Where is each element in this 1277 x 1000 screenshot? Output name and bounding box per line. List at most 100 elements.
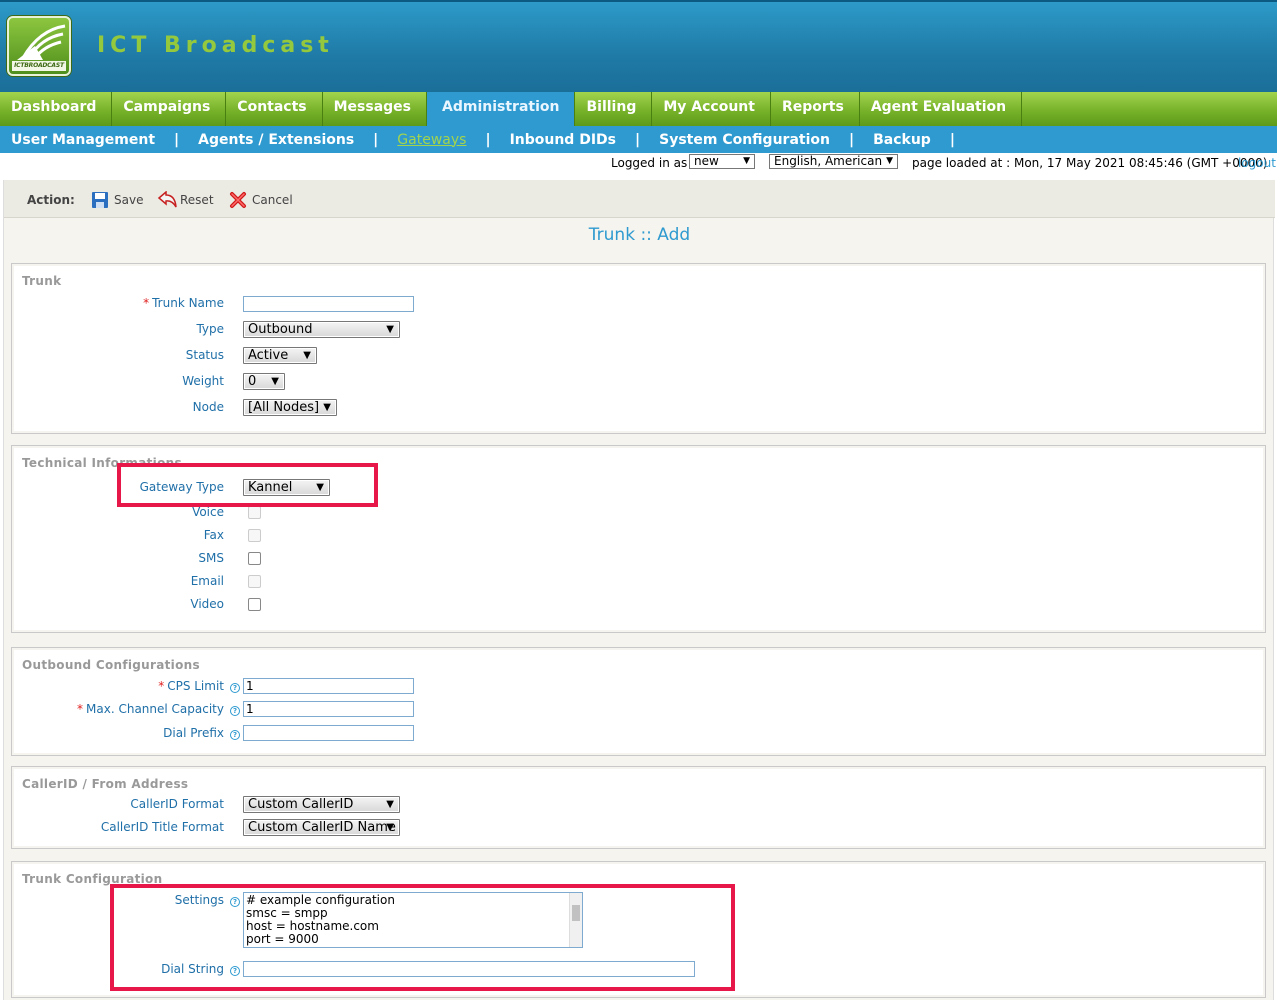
callerid-format-select[interactable]: Custom CallerID ▼: [243, 796, 400, 813]
voice-checkbox[interactable]: [248, 506, 261, 519]
subnav-backup[interactable]: Backup: [873, 132, 931, 148]
dial-prefix-row: Dial Prefix: [12, 724, 224, 744]
help-icon[interactable]: ?: [230, 966, 240, 976]
language-select[interactable]: English, American ▼: [769, 154, 898, 169]
subnav-gateways[interactable]: Gateways: [397, 132, 466, 148]
weight-row: Weight: [12, 372, 224, 392]
subnav-user-management[interactable]: User Management: [11, 132, 155, 148]
fax-label: Fax: [203, 528, 224, 542]
video-checkbox[interactable]: [248, 598, 261, 611]
outbound-section: Outbound Configurations * CPS Limit ? 1 *…: [11, 647, 1266, 756]
callerid-title-label: CallerID Title Format: [100, 820, 224, 834]
sms-label: SMS: [198, 551, 224, 565]
technical-legend: Technical Informations: [22, 456, 182, 470]
undo-icon: [157, 190, 177, 209]
help-icon[interactable]: ?: [230, 683, 240, 693]
subnav-system-configuration[interactable]: System Configuration: [659, 132, 830, 148]
weight-label: Weight: [182, 374, 224, 388]
callerid-section: CallerID / From Address CallerID Format …: [11, 766, 1266, 849]
brand-title: ICT Broadcast: [97, 33, 334, 58]
node-row: Node: [12, 398, 224, 418]
callerid-legend: CallerID / From Address: [22, 777, 189, 791]
technical-section: Technical Informations Gateway Type Kann…: [11, 445, 1266, 633]
fax-checkbox[interactable]: [248, 529, 261, 542]
sms-checkbox[interactable]: [248, 552, 261, 565]
close-icon: [229, 191, 247, 209]
video-label: Video: [190, 597, 224, 611]
chevron-down-icon: ▼: [271, 376, 279, 387]
trunk-name-label-text: Trunk Name: [152, 296, 224, 310]
gateway-type-select[interactable]: Kannel ▼: [243, 479, 330, 496]
chevron-down-icon: ▼: [386, 324, 394, 335]
tab-agent-evaluation[interactable]: Agent Evaluation: [860, 92, 1023, 126]
cps-limit-input[interactable]: 1: [243, 678, 414, 694]
callerid-title-value: Custom CallerID Name: [248, 820, 396, 835]
scrollbar-thumb[interactable]: [572, 905, 580, 921]
trunk-name-input[interactable]: [243, 296, 414, 312]
logo[interactable]: ICTBROADCAST: [7, 16, 71, 76]
tab-contacts[interactable]: Contacts: [226, 92, 323, 126]
channel-label-text: Max. Channel Capacity: [86, 702, 224, 716]
help-icon[interactable]: ?: [230, 706, 240, 716]
cancel-button[interactable]: Cancel: [229, 191, 293, 209]
subnav-separator: |: [635, 131, 641, 148]
main-nav: Dashboard Campaigns Contacts Messages Ad…: [0, 92, 1277, 126]
status-row: Status: [12, 346, 224, 366]
status-select[interactable]: Active ▼: [243, 347, 317, 364]
tab-billing[interactable]: Billing: [575, 92, 653, 126]
chevron-down-icon: ▼: [386, 799, 394, 810]
reset-label: Reset: [180, 193, 214, 207]
node-select[interactable]: [All Nodes] ▼: [243, 399, 337, 416]
settings-textarea[interactable]: [243, 892, 583, 948]
callerid-title-row: CallerID Title Format: [12, 818, 224, 838]
subnav-agents-extensions[interactable]: Agents / Extensions: [198, 132, 354, 148]
type-select[interactable]: Outbound ▼: [243, 321, 400, 338]
logo-text: ICTBROADCAST: [12, 61, 66, 71]
tab-messages[interactable]: Messages: [323, 92, 428, 126]
tab-reports[interactable]: Reports: [771, 92, 860, 126]
tab-dashboard[interactable]: Dashboard: [0, 92, 113, 126]
required-mark: *: [158, 679, 165, 693]
tab-my-account[interactable]: My Account: [652, 92, 771, 126]
chevron-down-icon: ▼: [743, 156, 750, 166]
cps-label-text: CPS Limit: [167, 679, 224, 693]
outbound-legend: Outbound Configurations: [22, 658, 200, 672]
help-icon[interactable]: ?: [230, 897, 240, 907]
trunk-name-row: * Trunk Name: [12, 294, 224, 314]
trunk-config-section: Trunk Configuration Settings ? Dial Stri…: [11, 861, 1266, 998]
settings-scrollbar[interactable]: [569, 893, 582, 947]
dial-string-input[interactable]: [243, 961, 695, 977]
required-mark: *: [143, 296, 150, 310]
status-select-value: Active: [248, 348, 289, 363]
cps-row: * CPS Limit: [12, 677, 224, 697]
max-channel-input[interactable]: 1: [243, 701, 414, 717]
subnav-separator: |: [485, 131, 491, 148]
help-icon[interactable]: ?: [230, 730, 240, 740]
reset-button[interactable]: Reset: [157, 190, 214, 209]
type-row: Type: [12, 320, 224, 340]
user-select-value: new: [694, 154, 719, 168]
language-select-value: English, American: [774, 154, 883, 168]
page-loaded-text: page loaded at : Mon, 17 May 2021 08:45:…: [912, 156, 1268, 170]
trunk-legend: Trunk: [22, 274, 62, 288]
header: ICTBROADCAST ICT Broadcast: [0, 0, 1277, 92]
sms-row: SMS: [12, 549, 224, 569]
page-title: Trunk :: Add: [588, 225, 691, 245]
weight-select[interactable]: 0 ▼: [243, 373, 285, 390]
callerid-title-select[interactable]: Custom CallerID Name ▼: [243, 819, 400, 836]
save-button[interactable]: Save: [91, 191, 143, 209]
action-label: Action:: [27, 193, 75, 207]
logout-link[interactable]: logout: [1238, 156, 1276, 170]
tab-administration[interactable]: Administration: [427, 92, 576, 126]
subnav-inbound-dids[interactable]: Inbound DIDs: [510, 132, 616, 148]
dial-prefix-input[interactable]: [243, 725, 414, 741]
user-select[interactable]: new ▼: [689, 154, 755, 169]
email-checkbox[interactable]: [248, 575, 261, 588]
voice-label: Voice: [192, 505, 224, 519]
dial-string-label: Dial String: [161, 962, 224, 976]
tab-campaigns[interactable]: Campaigns: [112, 92, 227, 126]
content-area: Action: Save Reset Cancel Trunk :: Add T…: [3, 180, 1275, 1000]
gateway-type-row: Gateway Type: [12, 478, 224, 498]
gateway-type-label: Gateway Type: [139, 480, 224, 494]
subnav-separator: |: [949, 131, 955, 148]
